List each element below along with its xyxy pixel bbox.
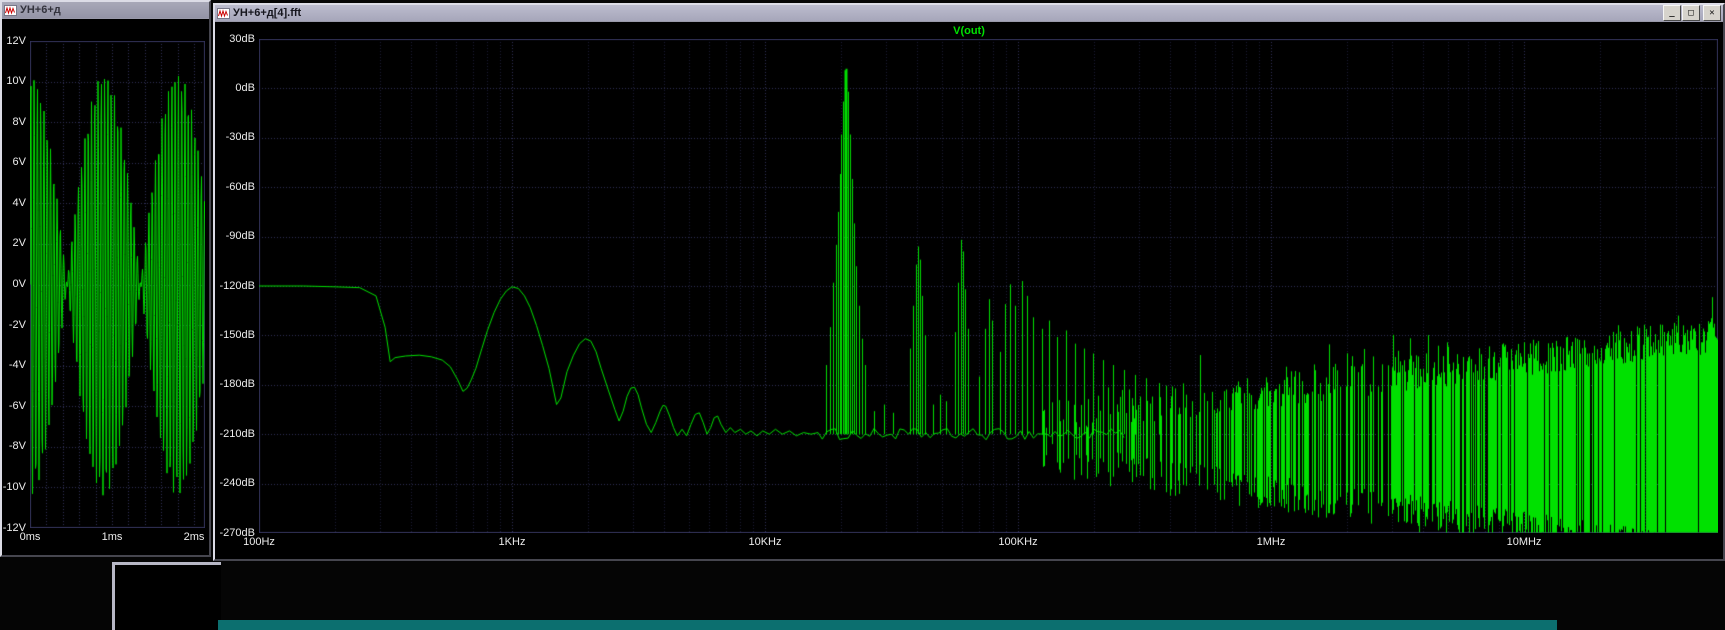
x-tick-label: 10KHz [748, 536, 782, 548]
y-tick-label: -6V [8, 399, 26, 412]
y-tick-label: -60dB [225, 180, 255, 193]
y-tick-label: 10V [6, 75, 26, 88]
y-tick-label: -240dB [219, 477, 255, 490]
time-plot-canvas[interactable] [30, 41, 205, 528]
fft-window[interactable]: УН+6+д[4].fft _ □ ✕ V(out) 30dB 0dB -30dB -… [213, 3, 1725, 561]
y-tick-label: 8V [12, 115, 26, 128]
window-title: УН+6+д [20, 4, 61, 16]
time-domain-window[interactable]: УН+6+д 12V 10V 8V 6V 4V 2V 0V -2V -4V -6V -8V -10V -… [0, 0, 211, 557]
fft-plot-canvas[interactable] [259, 39, 1718, 533]
y-tick-label: -10V [2, 480, 26, 493]
y-tick-label: -30dB [225, 131, 255, 144]
window-title: УН+6+д[4].fft [233, 7, 302, 19]
x-tick-label: 100Hz [243, 536, 275, 548]
y-tick-label: -8V [8, 440, 26, 453]
y-tick-label: 6V [12, 156, 26, 169]
x-tick-label: 0ms [19, 531, 41, 543]
maximize-button[interactable]: □ [1682, 5, 1700, 21]
close-button[interactable]: ✕ [1703, 5, 1721, 21]
y-tick-label: -150dB [219, 328, 255, 341]
fft-plot-area[interactable]: V(out) 30dB 0dB -30dB -60dB -90dB -120dB -150d… [215, 22, 1723, 559]
x-tick-label: 1MHz [1256, 536, 1286, 548]
y-tick-label: 30dB [229, 32, 255, 45]
waveform-icon [217, 7, 230, 19]
minimize-button[interactable]: _ [1663, 5, 1681, 21]
y-tick-label: -2V [8, 318, 26, 331]
y-tick-label: -180dB [219, 378, 255, 391]
x-tick-label: 10MHz [1506, 536, 1542, 548]
x-tick-label: 1ms [101, 531, 123, 543]
time-domain-titlebar[interactable]: УН+6+д [2, 2, 209, 18]
y-tick-label: -120dB [219, 279, 255, 292]
y-tick-label: 0dB [235, 81, 255, 94]
fft-trace-title[interactable]: V(out) [215, 25, 1723, 37]
background-teal-strip [218, 620, 1557, 630]
time-plot-area[interactable]: 12V 10V 8V 6V 4V 2V 0V -2V -4V -6V -8V -10V -12V 0ms 1… [2, 19, 209, 555]
x-tick-label: 1KHz [498, 536, 526, 548]
y-tick-label: -4V [8, 359, 26, 372]
y-tick-label: -90dB [225, 230, 255, 243]
desktop: УН+6+д 12V 10V 8V 6V 4V 2V 0V -2V -4V -6V -8V -10V -… [0, 0, 1725, 630]
fft-titlebar[interactable]: УН+6+д[4].fft _ □ ✕ [215, 5, 1723, 21]
y-tick-label: -210dB [219, 427, 255, 440]
x-tick-label: 100KHz [998, 536, 1038, 548]
window-controls: _ □ ✕ [1663, 5, 1721, 21]
waveform-icon [4, 4, 17, 16]
y-tick-label: 0V [12, 278, 26, 290]
x-tick-label: 2ms [183, 531, 205, 543]
y-tick-label: 12V [6, 34, 26, 47]
background-window-fragment[interactable] [112, 562, 221, 630]
y-tick-label: 4V [12, 196, 26, 209]
y-tick-label: 2V [12, 237, 26, 250]
